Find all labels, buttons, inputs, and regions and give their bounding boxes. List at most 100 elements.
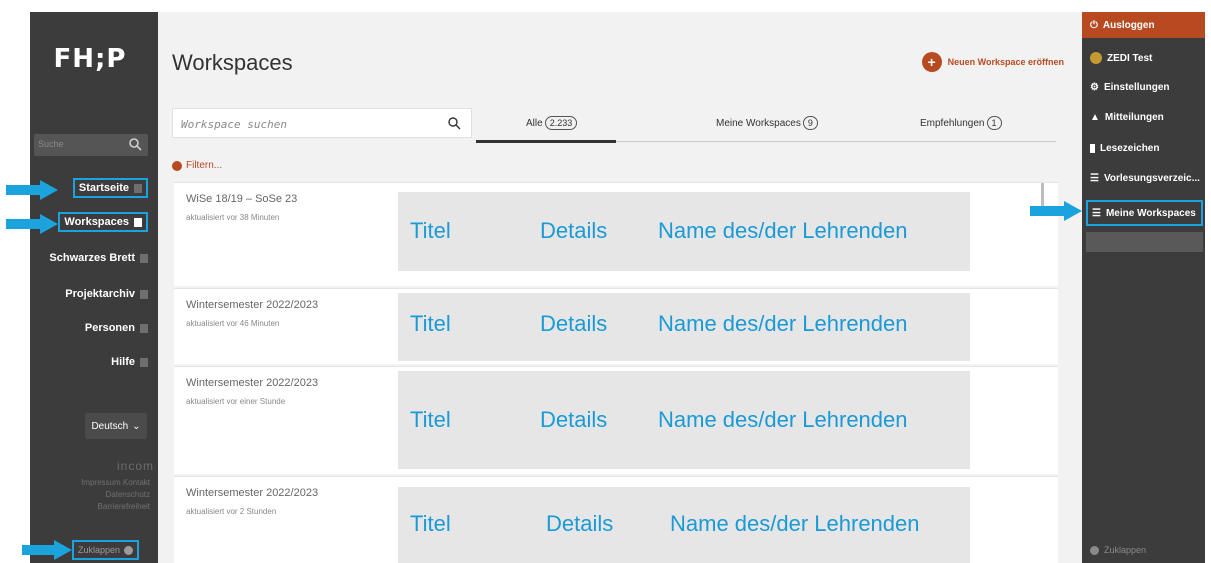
tab-label: Meine Workspaces: [716, 117, 801, 129]
collapse-button-left[interactable]: Zuklappen: [72, 540, 140, 560]
my-workspaces-link[interactable]: ☰ Meine Workspaces: [1086, 200, 1203, 226]
page-title: Workspaces: [172, 50, 293, 75]
collapse-icon: [124, 545, 134, 555]
nav-label: Personen: [84, 322, 135, 334]
tab-meine-workspaces[interactable]: Meine Workspaces 9: [716, 116, 818, 130]
teacher-placeholder: Name des/der Lehrenden: [658, 218, 908, 243]
teacher-placeholder: Name des/der Lehrenden: [658, 311, 908, 336]
semester-label: WiSe 18/19 – SoSe 23: [186, 193, 298, 205]
workspace-info-placeholder: Titel Details Name des/der Lehrenden: [398, 487, 970, 563]
nav-item-workspaces[interactable]: Workspaces: [58, 212, 148, 232]
filter-toggle[interactable]: Filtern...: [172, 160, 222, 171]
workspace-list: WiSe 18/19 – SoSe 23 aktualisiert vor 38…: [174, 182, 1058, 563]
notifications-link[interactable]: ▲ Mitteilungen: [1090, 112, 1164, 123]
my-workspaces-label: Meine Workspaces: [1105, 207, 1196, 219]
nav-item-startseite[interactable]: Startseite: [72, 178, 148, 198]
nav-item-projektarchiv[interactable]: Projektarchiv: [65, 288, 148, 300]
collapse-label: Zuklappen: [78, 545, 121, 555]
title-placeholder: Titel: [410, 218, 451, 243]
settings-link[interactable]: ⚙ Einstellungen: [1090, 82, 1170, 93]
logout-button[interactable]: ⏻ Ausloggen: [1082, 12, 1205, 38]
language-select[interactable]: Deutsch ⌄: [85, 413, 147, 439]
left-sidebar: FH;P Suche Startseite Workspaces Schwarz…: [30, 12, 158, 563]
new-workspace-button[interactable]: + Neuen Workspace eröffnen: [921, 52, 1064, 72]
page: FH;P Suche Startseite Workspaces Schwarz…: [0, 0, 1211, 563]
tab-label: Empfehlungen: [920, 117, 985, 129]
collapse-label: Zuklappen: [1104, 545, 1147, 555]
language-value: Deutsch: [91, 420, 129, 432]
nav-label: Schwarzes Brett: [49, 252, 135, 264]
workspace-info-placeholder: Titel Details Name des/der Lehrenden: [398, 371, 970, 469]
nav-label: Projektarchiv: [65, 288, 135, 300]
notifications-label: Mitteilungen: [1104, 112, 1164, 123]
power-icon: ⏻: [1090, 19, 1098, 31]
nav-item-schwarzes-brett[interactable]: Schwarzes Brett: [49, 252, 148, 264]
right-sidebar: ⏻ Ausloggen ZEDI Test ⚙ Einstellungen ▲ …: [1082, 12, 1205, 563]
people-icon: [140, 323, 148, 333]
list-icon: ☰: [1092, 207, 1101, 219]
footer-link-barrierefreiheit[interactable]: Barrierefreiheit: [98, 502, 150, 511]
workspace-card[interactable]: Wintersemester 2022/2023 aktualisiert vo…: [174, 366, 1058, 474]
search-icon[interactable]: [128, 137, 142, 151]
user-name: ZEDI Test: [1107, 52, 1153, 64]
title-placeholder: Titel: [410, 407, 451, 432]
workspace-card[interactable]: WiSe 18/19 – SoSe 23 aktualisiert vor 38…: [174, 182, 1058, 286]
tab-empfehlungen[interactable]: Empfehlungen 1: [920, 116, 1002, 130]
workspace-tabs: Alle 2.233 Meine Workspaces 9 Empfehlung…: [476, 114, 1056, 143]
user-profile-link[interactable]: ZEDI Test: [1090, 52, 1152, 64]
gear-icon: ⚙: [1090, 82, 1099, 93]
title-placeholder: Titel: [410, 511, 451, 536]
updated-label: aktualisiert vor 46 Minuten: [186, 319, 280, 328]
semester-label: Wintersemester 2022/2023: [186, 487, 319, 499]
workspace-search-input[interactable]: Workspace suchen: [172, 108, 472, 138]
brand-incom: incom: [116, 459, 154, 473]
new-workspace-label: Neuen Workspace eröffnen: [947, 57, 1064, 67]
bookmark-icon: [1090, 144, 1095, 153]
list-icon: [134, 217, 142, 227]
nav-label: Startseite: [78, 182, 129, 194]
avatar: [1090, 52, 1102, 64]
updated-label: aktualisiert vor einer Stunde: [186, 397, 286, 406]
sidebar-search-placeholder: Suche: [38, 139, 64, 149]
logout-label: Ausloggen: [1102, 19, 1155, 31]
active-tab-indicator: [476, 140, 616, 143]
course-catalog-link[interactable]: ☰ Vorlesungsverzeic...: [1090, 173, 1200, 184]
list-icon: ☰: [1090, 173, 1099, 184]
arrow-icon: [22, 540, 72, 560]
nav-item-hilfe[interactable]: Hilfe: [111, 356, 148, 368]
details-placeholder: Details: [540, 311, 608, 336]
arrow-icon: [1030, 201, 1082, 221]
title-placeholder: Titel: [410, 311, 451, 336]
main-content: Workspaces + Neuen Workspace eröffnen Wo…: [158, 12, 1082, 563]
grid-icon: [140, 289, 148, 299]
plus-icon: +: [921, 52, 942, 72]
logo[interactable]: FH;P: [30, 44, 150, 74]
workspace-card[interactable]: Wintersemester 2022/2023 aktualisiert vo…: [174, 476, 1058, 563]
workspace-info-placeholder: Titel Details Name des/der Lehrenden: [398, 293, 970, 361]
details-placeholder: Details: [540, 407, 608, 432]
details-placeholder: Details: [540, 218, 608, 243]
nav-item-personen[interactable]: Personen: [85, 322, 148, 334]
my-workspaces-panel: [1086, 232, 1203, 252]
collapse-icon: [1090, 545, 1099, 555]
home-icon: [134, 183, 142, 193]
arrow-icon: [6, 180, 58, 200]
workspace-card[interactable]: Wintersemester 2022/2023 aktualisiert vo…: [174, 288, 1058, 364]
footer-link-impressum[interactable]: Impressum Kontakt: [81, 478, 150, 487]
sidebar-search-input[interactable]: Suche: [34, 134, 148, 156]
count-badge: 9: [802, 116, 818, 130]
tab-label: Alle: [526, 117, 543, 129]
workspace-search-placeholder: Workspace suchen: [181, 118, 287, 131]
footer-link-datenschutz[interactable]: Datenschutz: [106, 490, 150, 499]
bookmarks-link[interactable]: Lesezeichen: [1090, 143, 1159, 154]
tab-alle[interactable]: Alle 2.233: [526, 116, 578, 130]
bell-icon: ▲: [1090, 112, 1100, 123]
arrow-icon: [6, 214, 58, 234]
teacher-placeholder: Name des/der Lehrenden: [658, 407, 908, 432]
updated-label: aktualisiert vor 38 Minuten: [186, 213, 280, 222]
help-icon: [140, 357, 148, 367]
settings-label: Einstellungen: [1103, 82, 1170, 93]
search-icon[interactable]: [447, 116, 461, 130]
collapse-button-right[interactable]: Zuklappen: [1090, 545, 1146, 555]
nav-label: Hilfe: [111, 356, 135, 368]
